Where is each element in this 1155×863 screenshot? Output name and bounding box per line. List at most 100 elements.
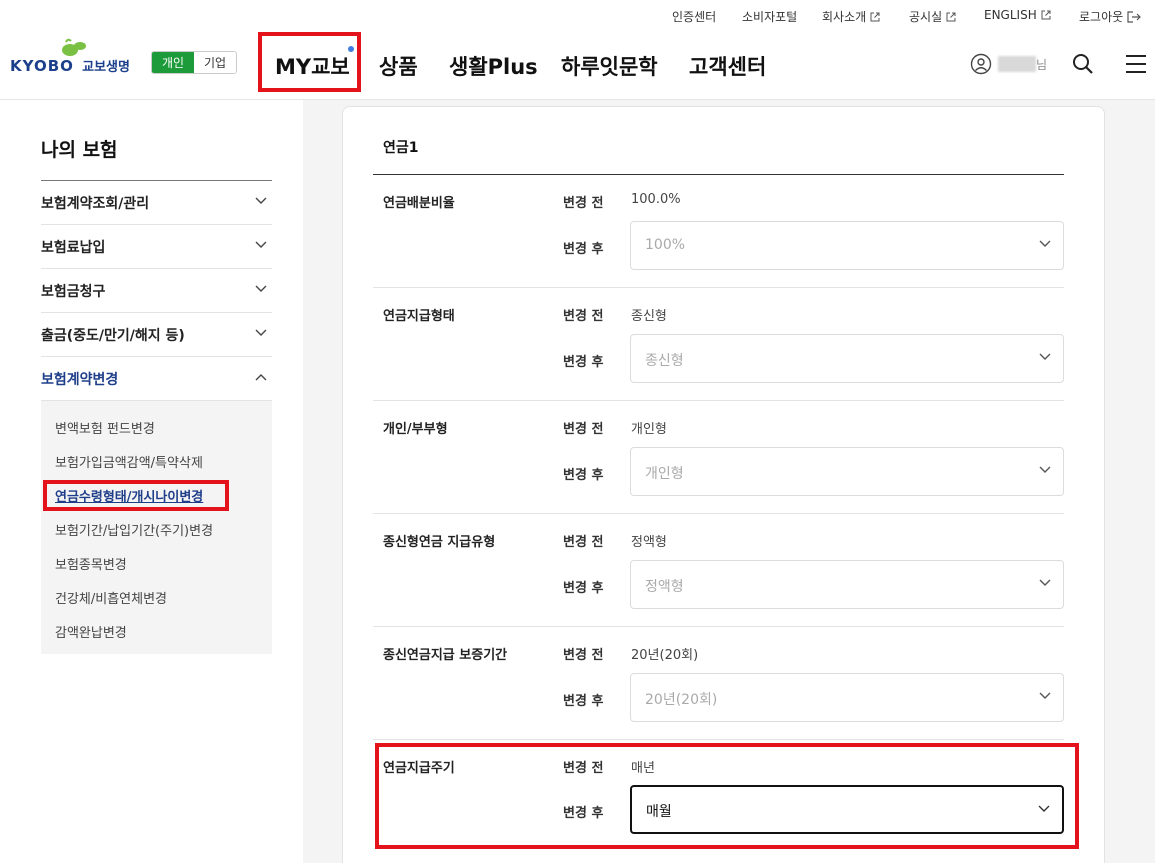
- field-label-payment-type: 연금지급형태: [383, 309, 455, 324]
- before-tag: 변경 전: [563, 309, 604, 324]
- section-divider: [373, 739, 1064, 740]
- field-label-guarantee-period: 종신연금지급 보증기간: [383, 648, 508, 663]
- select-payment-cycle[interactable]: 매월: [630, 785, 1064, 834]
- chevron-down-icon: [1039, 240, 1051, 247]
- utility-bar: 인증센터 소비자포털 회사소개 공시실 ENGLISH 로그아웃: [0, 0, 1155, 34]
- after-tag: 변경 후: [563, 242, 604, 257]
- util-logout-link[interactable]: 로그아웃: [1079, 8, 1142, 25]
- lnb-claim[interactable]: 보험금청구: [41, 269, 272, 313]
- submenu-fund-change[interactable]: 변액보험 펀드변경: [55, 418, 155, 437]
- logout-icon: [1127, 10, 1142, 23]
- external-link-icon: [870, 12, 880, 22]
- before-value-lifetime-payment-type: 정액형: [631, 535, 667, 550]
- before-tag: 변경 전: [563, 648, 604, 663]
- lnb-premium-payment[interactable]: 보험료납입: [41, 225, 272, 269]
- lnb-premium-payment-label: 보험료납입: [41, 240, 106, 256]
- submenu-reduced-paidup[interactable]: 감액완납변경: [55, 622, 127, 641]
- util-logout-label: 로그아웃: [1079, 10, 1124, 24]
- select-value: 종신형: [645, 353, 684, 369]
- chevron-up-icon: [255, 374, 267, 381]
- util-company-label: 회사소개: [822, 10, 867, 24]
- lnb-contract-inquiry[interactable]: 보험계약조회/관리: [41, 181, 272, 225]
- field-label-payment-cycle: 연금지급주기: [383, 761, 455, 776]
- before-value-guarantee-period: 20년(20회): [631, 648, 699, 663]
- select-payment-type[interactable]: 종신형: [630, 334, 1064, 383]
- util-consumer-portal-label: 소비자포털: [742, 10, 798, 24]
- customer-type-toggle: 개인 기업: [151, 51, 237, 74]
- after-tag: 변경 후: [563, 355, 604, 370]
- before-value-payment-cycle: 매년: [631, 761, 655, 776]
- util-auth-center-label: 인증센터: [672, 10, 717, 24]
- select-lifetime-payment-type[interactable]: 정액형: [630, 560, 1064, 609]
- user-name-masked: [998, 56, 1036, 72]
- select-value: 정액형: [645, 579, 684, 595]
- util-auth-center-link[interactable]: 인증센터: [672, 8, 716, 25]
- select-value: 100%: [645, 237, 686, 253]
- external-link-icon: [1041, 10, 1051, 20]
- lnb-withdrawal-label: 출금(중도/만기/해지 등): [41, 328, 185, 344]
- before-tag: 변경 전: [563, 196, 604, 211]
- after-tag: 변경 후: [563, 468, 604, 483]
- field-label-distribution-ratio: 연금배분비율: [383, 196, 455, 211]
- gnb-daily-literature[interactable]: 하루잇문학: [561, 51, 658, 81]
- field-label-lifetime-payment-type: 종신형연금 지급유형: [383, 535, 496, 550]
- logo-leaf-icon: [62, 38, 86, 56]
- logo-brand-en: KYOBO: [10, 57, 74, 75]
- select-distribution-ratio[interactable]: 100%: [630, 221, 1064, 270]
- chevron-down-icon: [1039, 692, 1051, 699]
- before-value-payment-type: 종신형: [631, 309, 667, 324]
- before-tag: 변경 전: [563, 761, 604, 776]
- kyobo-logo[interactable]: KYOBO 교보생명: [10, 38, 135, 78]
- util-english-link[interactable]: ENGLISH: [984, 8, 1051, 22]
- submenu-healthy-change[interactable]: 건강체/비흡연체변경: [55, 588, 167, 607]
- gnb-products[interactable]: 상품: [379, 51, 418, 81]
- personal-tab[interactable]: 개인: [152, 52, 194, 73]
- before-value-individual-couple: 개인형: [631, 422, 667, 437]
- gnb-life-plus[interactable]: 생활Plus: [449, 51, 538, 81]
- new-indicator-dot: [348, 46, 354, 52]
- search-icon[interactable]: [1071, 52, 1095, 76]
- after-tag: 변경 후: [563, 694, 604, 709]
- section-divider: [373, 626, 1064, 627]
- util-disclosure-label: 공시실: [909, 10, 943, 24]
- section-divider: [373, 400, 1064, 401]
- submenu-period-change[interactable]: 보험기간/납입기간(주기)변경: [55, 520, 213, 539]
- section-divider: [373, 513, 1064, 514]
- after-tag: 변경 후: [563, 581, 604, 596]
- util-consumer-portal-link[interactable]: 소비자포털: [742, 8, 797, 25]
- util-disclosure-link[interactable]: 공시실: [909, 8, 956, 25]
- chevron-down-icon: [1038, 805, 1050, 812]
- logo-text: KYOBO 교보생명: [10, 56, 130, 75]
- before-tag: 변경 전: [563, 535, 604, 550]
- gnb-my-kyobo[interactable]: MY교보: [275, 51, 350, 81]
- select-individual-couple[interactable]: 개인형: [630, 447, 1064, 496]
- before-value-distribution-ratio: 100.0%: [631, 192, 681, 207]
- field-label-individual-couple: 개인/부부형: [383, 422, 448, 437]
- submenu-annuity-type-change[interactable]: 연금수령형태/개시나이변경: [55, 486, 203, 505]
- gnb-customer-center[interactable]: 고객센터: [689, 51, 766, 81]
- submenu-amount-reduction[interactable]: 보험가입금액감액/특약삭제: [55, 452, 203, 471]
- chevron-down-icon: [1039, 579, 1051, 586]
- lnb-withdrawal[interactable]: 출금(중도/만기/해지 등): [41, 313, 272, 357]
- logo-brand-ko: 교보생명: [82, 60, 130, 75]
- submenu-product-type-change[interactable]: 보험종목변경: [55, 554, 127, 573]
- hamburger-menu-icon[interactable]: [1125, 52, 1147, 76]
- select-value: 매월: [646, 804, 672, 820]
- after-tag: 변경 후: [563, 806, 604, 821]
- before-tag: 변경 전: [563, 422, 604, 437]
- chevron-down-icon: [255, 285, 267, 292]
- user-menu[interactable]: 님: [970, 53, 1047, 75]
- util-company-link[interactable]: 회사소개: [822, 8, 880, 25]
- lnb-contract-change[interactable]: 보험계약변경: [41, 357, 272, 401]
- chevron-down-icon: [1039, 353, 1051, 360]
- card-title-divider: [373, 174, 1064, 175]
- lnb-contract-change-label: 보험계약변경: [41, 372, 119, 388]
- user-icon: [970, 53, 992, 75]
- user-suffix: 님: [1036, 57, 1048, 72]
- select-guarantee-period[interactable]: 20년(20회): [630, 673, 1064, 722]
- card-title: 연금1: [383, 140, 419, 156]
- lnb-title: 나의 보험: [41, 139, 118, 161]
- external-link-icon: [946, 12, 956, 22]
- lnb-submenu: 변액보험 펀드변경 보험가입금액감액/특약삭제 연금수령형태/개시나이변경 보험…: [41, 401, 272, 654]
- corporate-tab[interactable]: 기업: [194, 52, 236, 73]
